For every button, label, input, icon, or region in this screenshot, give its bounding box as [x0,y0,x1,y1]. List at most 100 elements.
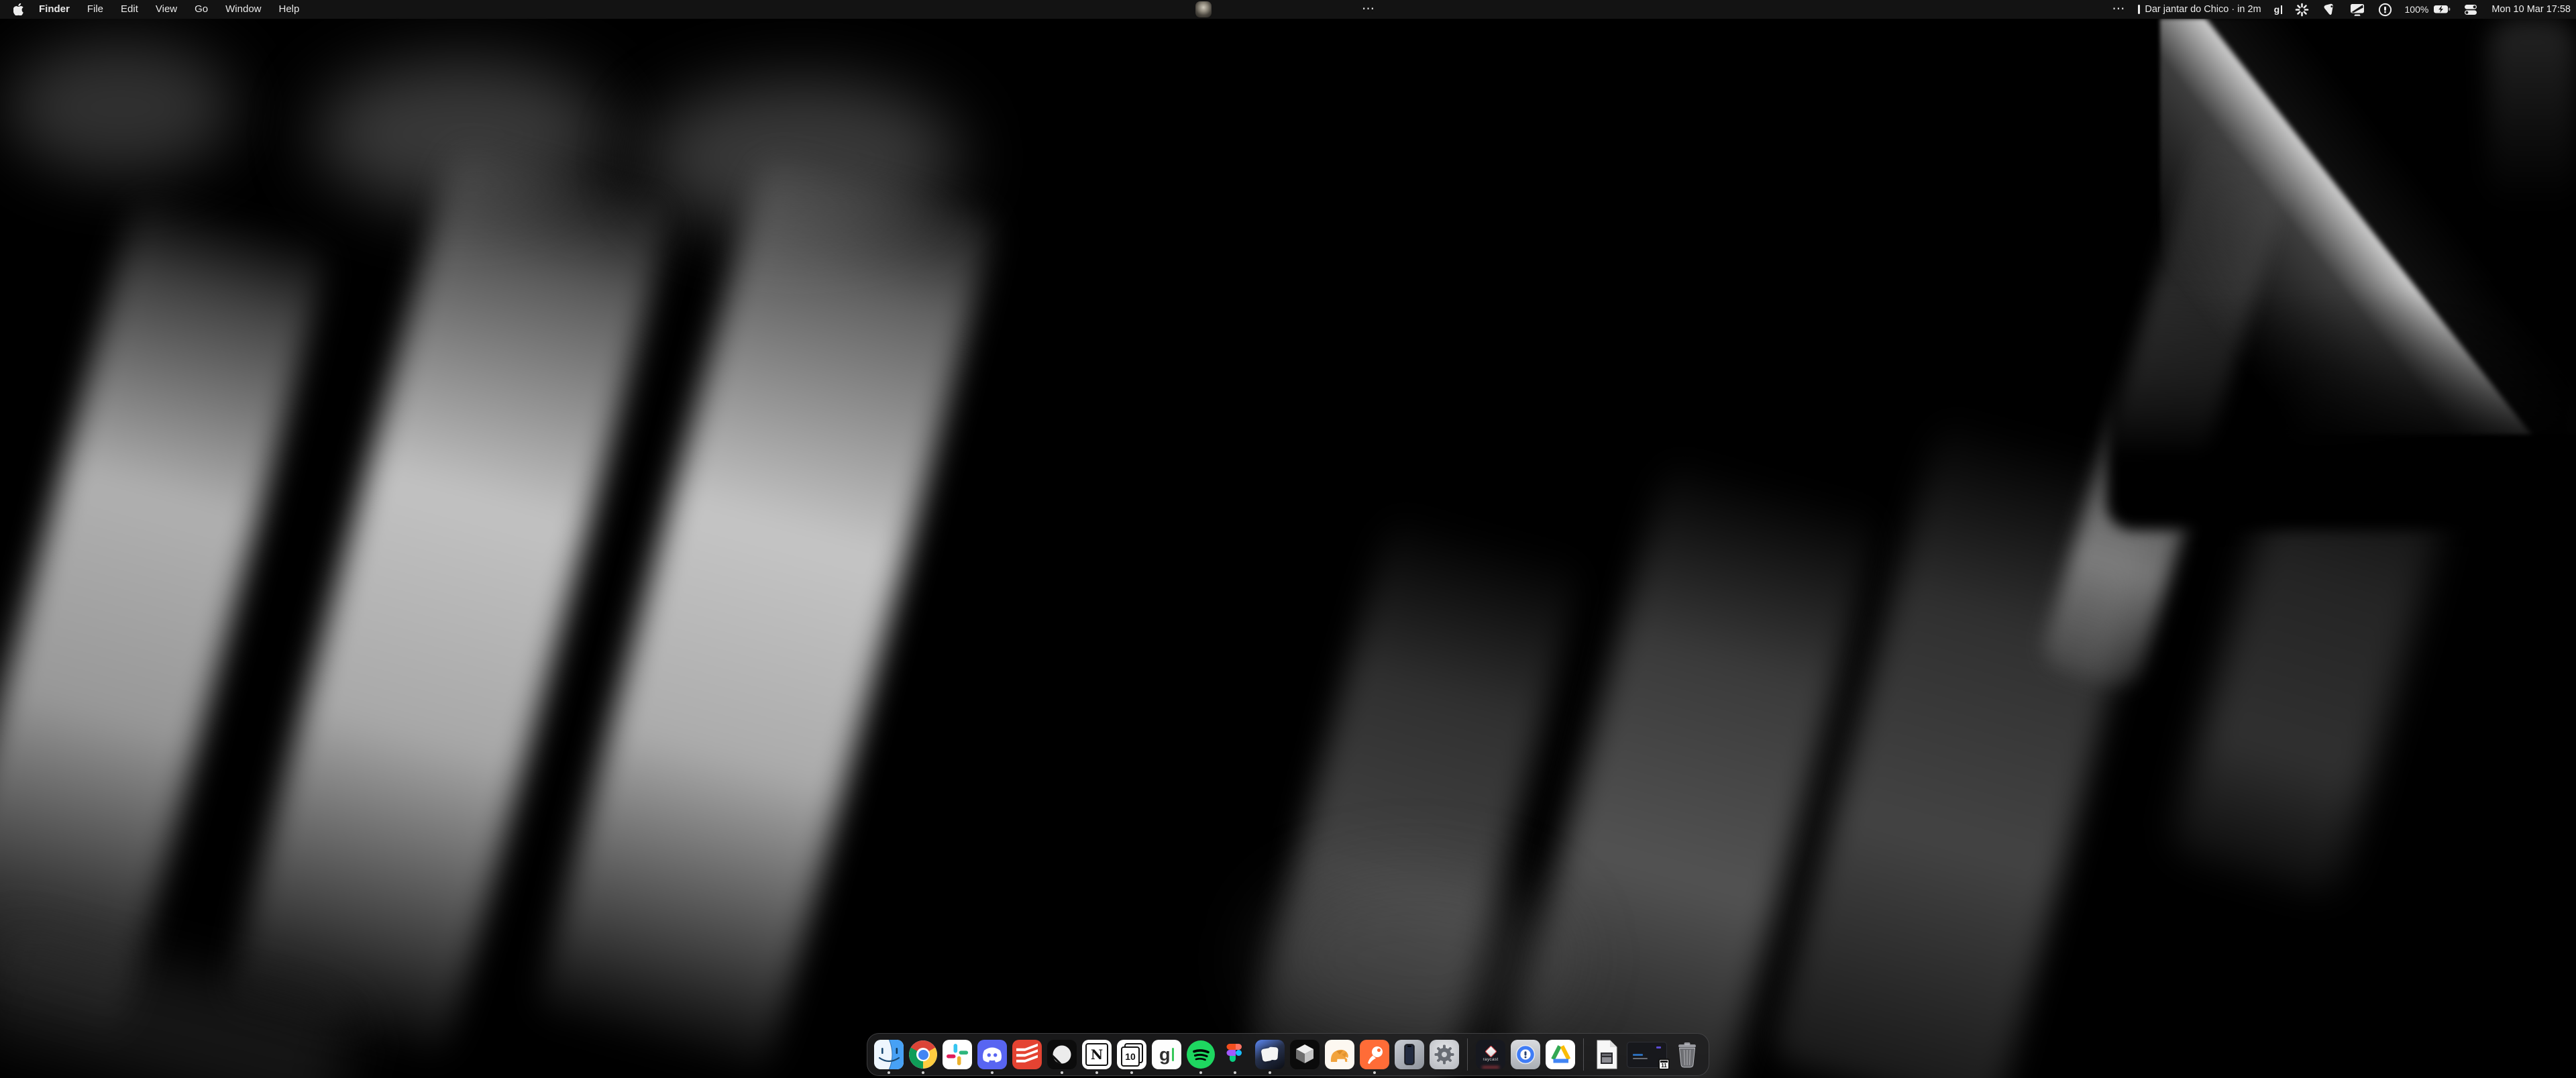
user-avatar [1195,1,1212,17]
pick-shield-icon [2322,3,2337,17]
cards-app-icon [1255,1040,1285,1069]
dock-item-system-settings[interactable] [1430,1036,1459,1073]
dock-item-notion[interactable]: N [1082,1036,1112,1073]
dock-item-discord[interactable] [977,1036,1007,1073]
control-center-menubar-item[interactable] [2464,4,2477,15]
wallpaper-edge-band [2489,19,2576,207]
dock-item-trash[interactable] [1672,1036,1702,1073]
clock-menubar-item[interactable]: Mon 10 Mar 17:58 [2490,4,2571,15]
spotify-icon [1187,1040,1215,1069]
menu-item-view[interactable]: View [147,0,186,19]
menu-item-help[interactable]: Help [270,0,309,19]
menu-item-go[interactable]: Go [186,0,217,19]
notion-icon: N [1082,1040,1112,1069]
running-indicator [1373,1071,1376,1074]
menu-item-file[interactable]: File [78,0,112,19]
thumbnail-content [1633,1058,1648,1059]
dock-item-cursor[interactable] [1290,1036,1320,1073]
dock-item-chrome[interactable] [909,1036,937,1073]
running-indicator [922,1071,924,1074]
raycast-icon: raycast [1476,1040,1505,1069]
dock-item-figma[interactable] [1220,1036,1250,1073]
thumbnail-content [1633,1054,1643,1056]
menu-bar-status: ⋯ Dar jantar do Chico · in 2m g [2112,0,2571,19]
cursor-icon [1290,1040,1320,1069]
battery-percent: 100% [2405,4,2429,15]
dock-item-mammoth[interactable] [1325,1036,1354,1073]
desktop: Finder File Edit View Go Window Help ⋯ ⋯… [0,0,2576,1078]
iphone-mirroring-icon [1395,1040,1424,1069]
menu-item-window[interactable]: Window [217,0,270,19]
dock-separator [1583,1038,1584,1071]
granola-cursor [1172,1048,1175,1061]
dock-item-spotify[interactable] [1187,1036,1215,1073]
dock-item-finder[interactable] [874,1036,904,1073]
calendar-date: 10 [1121,1046,1140,1067]
google-drive-icon [1546,1040,1575,1069]
dock-item-iphone-mirroring[interactable] [1395,1036,1424,1073]
document-file-icon [1592,1040,1621,1069]
dock-separator [1467,1038,1468,1071]
window-thumbnail: 11 [1627,1042,1667,1068]
granola-menubar-item[interactable]: g [2274,5,2282,14]
desktop-wallpaper [0,0,2576,1078]
running-indicator [1269,1071,1271,1074]
running-indicator [1095,1071,1098,1074]
dock-item-notion-calendar[interactable]: 10 [1117,1036,1146,1073]
system-settings-icon [1430,1040,1459,1069]
menubar-overflow-item[interactable]: ⋯ [1362,0,1375,19]
dock-item-granola[interactable]: g [1152,1036,1181,1073]
display-menubar-item[interactable] [2349,2,2365,17]
thumbnail-content [1656,1046,1661,1048]
dock-item-postman[interactable] [1360,1036,1389,1073]
dock-item-window-thumbnail[interactable]: 11 [1627,1036,1667,1073]
figma-icon [1220,1040,1250,1069]
dock-item-1password[interactable] [1511,1036,1540,1073]
card-shape [1267,1047,1278,1061]
wallpaper-blob [1261,872,1570,1046]
chrome-icon [909,1040,937,1069]
running-indicator [1061,1071,1063,1074]
running-indicator [1199,1071,1202,1074]
running-indicator [991,1071,994,1074]
dock-item-google-drive[interactable] [1546,1036,1575,1073]
menu-bar-clock: Mon 10 Mar 17:58 [2490,4,2571,15]
menu-bar: Finder File Edit View Go Window Help ⋯ ⋯… [0,0,2576,19]
1password-menubar-item[interactable] [2378,3,2392,17]
ellipsis-icon: ⋯ [2112,1,2125,18]
wallpaper-blob [7,40,235,174]
raycast-label: raycast [1483,1057,1498,1062]
1password-dock-icon [1511,1040,1540,1069]
granola-icon: g [1152,1040,1181,1069]
dock-item-todoist[interactable] [1012,1036,1042,1073]
dock-item-cards-app[interactable] [1255,1036,1285,1073]
dock-item-raycast[interactable]: raycast [1476,1036,1505,1073]
1password-icon [2378,3,2392,17]
menu-item-finder[interactable]: Finder [30,0,78,19]
menubar-overflow-item-2[interactable]: ⋯ [2112,1,2125,18]
postman-icon [1360,1040,1389,1069]
dock-item-document[interactable] [1592,1036,1621,1073]
sunburst-menubar-item[interactable] [2295,3,2309,17]
wallpaper-fade [2106,288,2576,530]
raycast-glow [1482,1067,1499,1068]
calendar-event-text: Dar jantar do Chico · in 2m [2145,4,2261,15]
calendar-event-item[interactable]: Dar jantar do Chico · in 2m [2138,4,2261,15]
event-color-bar [2138,5,2140,14]
dock-item-slack[interactable] [943,1036,972,1073]
granola-letter: g [1159,1046,1171,1064]
battery-menubar-item[interactable]: 100% [2405,3,2452,15]
striped-sphere-icon [1047,1040,1077,1069]
trash-icon [1672,1040,1702,1069]
apple-menu[interactable] [9,3,30,15]
slack-icon [943,1040,972,1069]
calendar-badge: 11 [1658,1059,1670,1070]
pick-menubar-item[interactable] [2322,3,2337,17]
todoist-icon [1012,1040,1042,1069]
menubar-avatar-item[interactable] [1195,0,1212,19]
menu-item-edit[interactable]: Edit [112,0,147,19]
dock: N 10 g [867,1033,1709,1076]
finder-icon [874,1040,904,1069]
dock-item-striped-sphere[interactable] [1047,1036,1077,1073]
display-mirroring-icon [2349,2,2365,17]
